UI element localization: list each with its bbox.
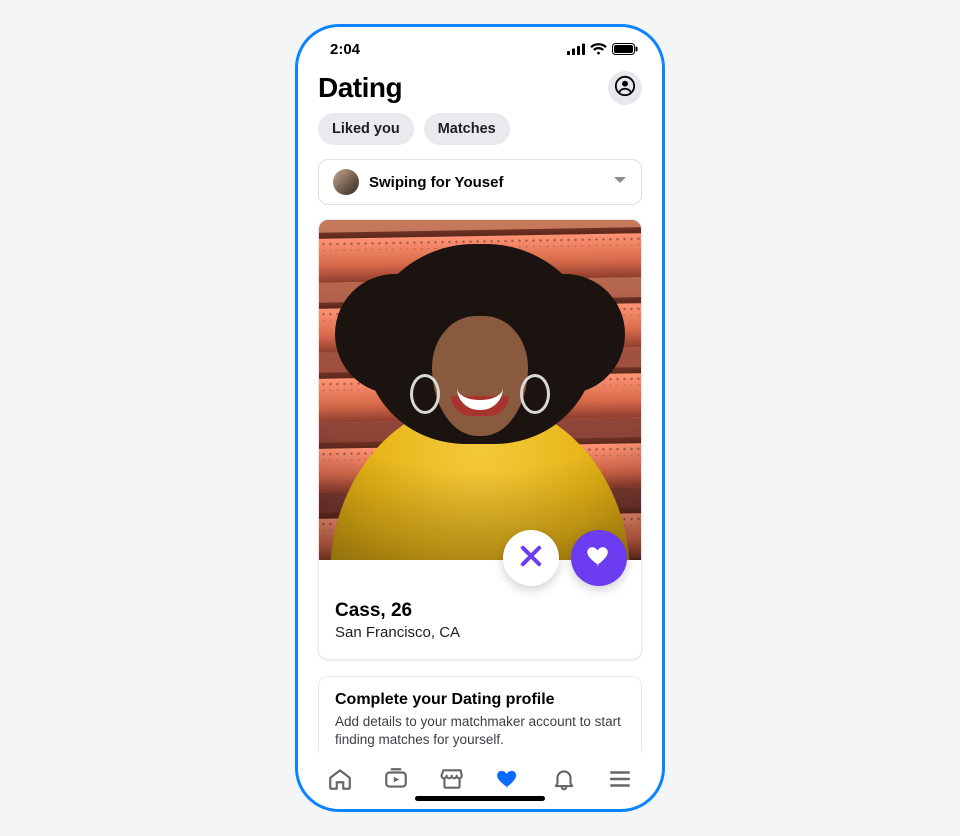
video-icon <box>383 766 409 797</box>
status-indicators <box>567 43 638 55</box>
phone-screen: 2:04 Dating <box>298 27 662 809</box>
profile-card[interactable]: Cass, 26 San Francisco, CA <box>318 219 642 660</box>
heart-icon <box>585 542 613 575</box>
promo-title: Complete your Dating profile <box>335 691 625 709</box>
battery-icon <box>612 43 638 55</box>
nav-notifications[interactable] <box>550 767 578 795</box>
home-indicator <box>415 796 545 801</box>
content-scroll[interactable]: Swiping for Yousef <box>298 159 662 753</box>
status-bar: 2:04 <box>298 27 662 65</box>
page-title: Dating <box>318 72 402 104</box>
profile-name-age: Cass, 26 <box>335 600 625 622</box>
nav-marketplace[interactable] <box>438 767 466 795</box>
like-button[interactable] <box>571 530 627 586</box>
close-icon <box>517 542 545 575</box>
nav-home[interactable] <box>326 767 354 795</box>
promo-body: Add details to your matchmaker account t… <box>335 713 625 748</box>
status-time: 2:04 <box>330 41 360 58</box>
complete-profile-card[interactable]: Complete your Dating profile Add details… <box>318 676 642 753</box>
person-circle-icon <box>614 75 636 102</box>
cellular-icon <box>567 43 585 55</box>
filter-chips: Liked you Matches <box>298 113 662 159</box>
heart-icon <box>495 766 521 797</box>
chevron-down-icon <box>613 173 627 191</box>
home-icon <box>327 766 353 797</box>
wifi-icon <box>590 43 607 55</box>
swipe-for-avatar <box>333 169 359 195</box>
marketplace-icon <box>439 766 465 797</box>
pass-button[interactable] <box>503 530 559 586</box>
profile-avatar-button[interactable] <box>608 71 642 105</box>
phone-frame: 2:04 Dating <box>295 24 665 812</box>
nav-dating[interactable] <box>494 767 522 795</box>
nav-menu[interactable] <box>606 767 634 795</box>
swipe-for-selector[interactable]: Swiping for Yousef <box>318 159 642 205</box>
chip-matches[interactable]: Matches <box>424 113 510 145</box>
chip-liked-you[interactable]: Liked you <box>318 113 414 145</box>
profile-location: San Francisco, CA <box>335 624 625 641</box>
swipe-actions <box>503 530 627 586</box>
profile-photo[interactable] <box>319 220 641 560</box>
page-header: Dating <box>298 65 662 113</box>
menu-icon <box>607 766 633 797</box>
bell-icon <box>551 766 577 797</box>
swipe-for-label: Swiping for Yousef <box>369 174 603 191</box>
nav-watch[interactable] <box>382 767 410 795</box>
